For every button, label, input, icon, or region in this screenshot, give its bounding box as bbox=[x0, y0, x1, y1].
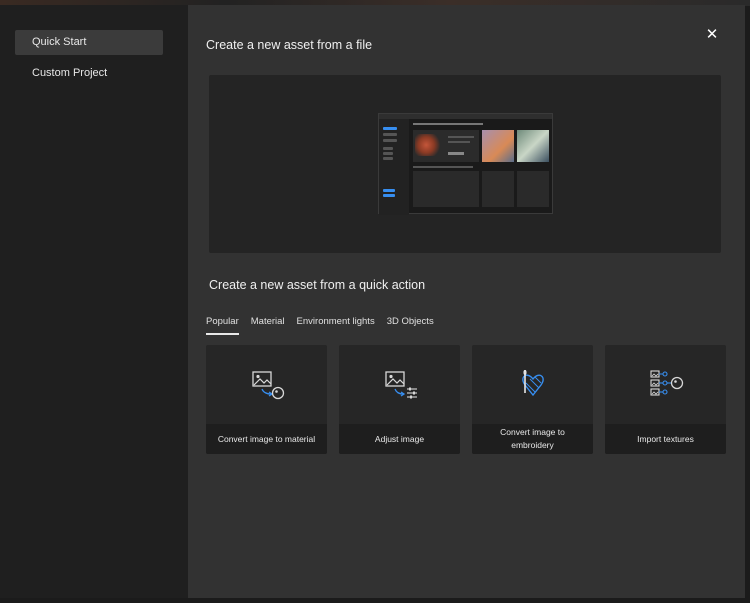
preview-screenshot bbox=[378, 113, 553, 215]
card-label: Adjust image bbox=[339, 424, 460, 454]
tab-popular[interactable]: Popular bbox=[206, 316, 239, 335]
adjust-image-icon bbox=[384, 371, 417, 399]
tab-3d-objects[interactable]: 3D Objects bbox=[387, 316, 434, 335]
tab-environment-lights[interactable]: Environment lights bbox=[297, 316, 375, 335]
card-convert-image-to-material[interactable]: Convert image to material bbox=[206, 345, 327, 454]
embroidery-icon bbox=[521, 370, 544, 397]
start-dialog: Quick Start Custom Project ✕ Create a ne… bbox=[0, 5, 745, 598]
card-label: Import textures bbox=[605, 424, 726, 454]
sidebar-item-custom-project[interactable]: Custom Project bbox=[15, 61, 163, 86]
quick-action-heading: Create a new asset from a quick action bbox=[209, 278, 426, 292]
tab-material[interactable]: Material bbox=[251, 316, 285, 335]
quick-action-tabs: Popular Material Environment lights 3D O… bbox=[206, 316, 434, 335]
card-label: Convert image to material bbox=[206, 424, 327, 454]
close-icon[interactable]: ✕ bbox=[704, 27, 720, 43]
file-section-heading: Create a new asset from a file bbox=[206, 38, 373, 52]
quick-action-cards: Convert image to material Adjust image C… bbox=[206, 345, 726, 454]
import-textures-icon bbox=[649, 370, 683, 396]
card-convert-image-to-embroidery[interactable]: Convert image to embroidery bbox=[472, 345, 593, 454]
dialog-main: ✕ Create a new asset from a file Create … bbox=[188, 5, 745, 598]
sidebar-item-quick-start[interactable]: Quick Start bbox=[15, 30, 163, 55]
image-to-material-icon bbox=[251, 371, 284, 400]
file-drop-zone[interactable] bbox=[209, 75, 721, 253]
card-label: Convert image to embroidery bbox=[472, 424, 593, 454]
dialog-sidebar: Quick Start Custom Project bbox=[0, 5, 188, 598]
card-import-textures[interactable]: Import textures bbox=[605, 345, 726, 454]
card-adjust-image[interactable]: Adjust image bbox=[339, 345, 460, 454]
